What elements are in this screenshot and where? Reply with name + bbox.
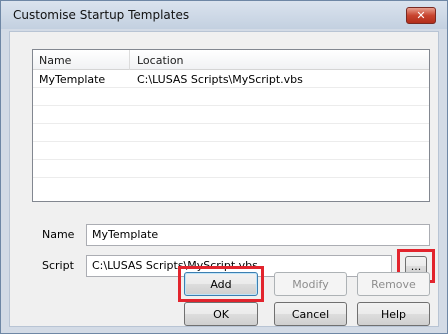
empty-row	[33, 124, 429, 142]
templates-list[interactable]: Name Location MyTemplate C:\LUSAS Script…	[32, 49, 430, 202]
empty-row	[33, 88, 429, 106]
name-field[interactable]: MyTemplate	[86, 224, 430, 246]
empty-row	[33, 142, 429, 160]
list-item-name: MyTemplate	[39, 73, 106, 86]
list-item-location: C:\LUSAS Scripts\MyScript.vbs	[137, 73, 303, 86]
dialog-body: Name Location MyTemplate C:\LUSAS Script…	[9, 31, 439, 327]
remove-button-label: Remove	[371, 277, 416, 291]
list-header: Name Location	[33, 50, 429, 70]
customise-startup-templates-dialog: Customise Startup Templates ✕ Name Locat…	[0, 0, 448, 334]
column-header-location[interactable]: Location	[137, 54, 184, 67]
column-header-name[interactable]: Name	[39, 54, 71, 67]
cancel-button[interactable]: Cancel	[274, 302, 347, 326]
empty-row	[33, 106, 429, 124]
list-item[interactable]: MyTemplate C:\LUSAS Scripts\MyScript.vbs	[33, 70, 429, 88]
ok-button-label: OK	[213, 307, 229, 321]
add-highlight-box	[178, 266, 264, 302]
title-bar: Customise Startup Templates ✕	[1, 1, 447, 29]
script-label: Script	[42, 259, 74, 272]
empty-row	[33, 160, 429, 178]
cancel-button-label: Cancel	[291, 307, 330, 321]
dialog-title: Customise Startup Templates	[13, 8, 190, 22]
modify-button-label: Modify	[292, 277, 329, 291]
name-label: Name	[42, 228, 75, 241]
help-button-label: Help	[380, 307, 407, 321]
close-icon: ✕	[416, 9, 426, 22]
help-button[interactable]: Help	[357, 302, 430, 326]
ok-button[interactable]: OK	[184, 302, 258, 326]
column-separator[interactable]	[129, 50, 130, 70]
remove-button[interactable]: Remove	[357, 272, 430, 296]
close-button[interactable]: ✕	[406, 7, 436, 24]
modify-button[interactable]: Modify	[274, 272, 347, 296]
